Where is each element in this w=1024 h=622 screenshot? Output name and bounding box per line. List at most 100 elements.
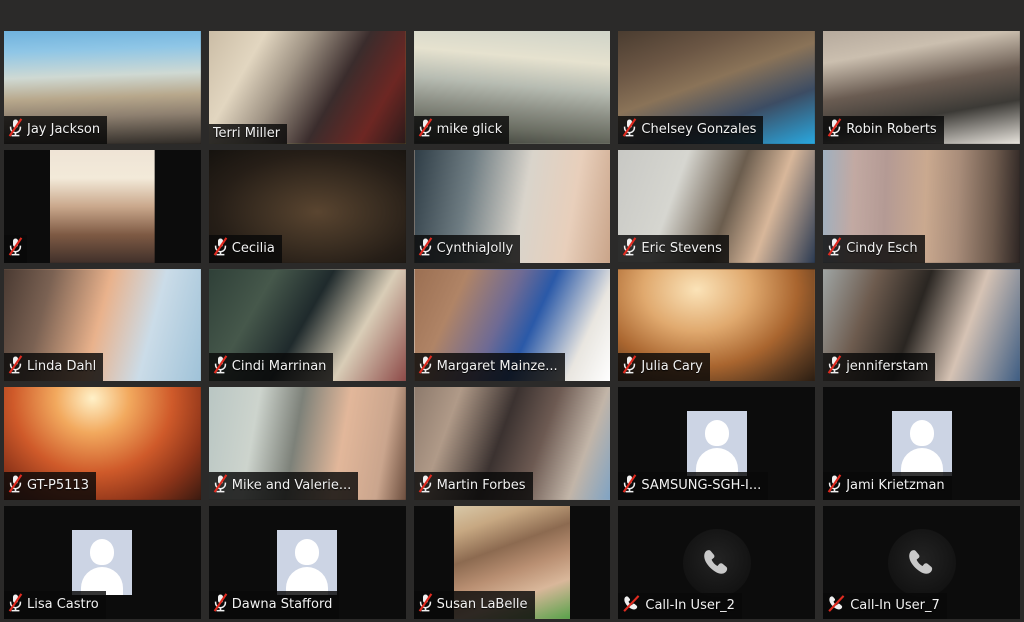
participant-name-bar: Cindi Marrinan (208, 353, 334, 382)
microphone-muted-icon (418, 593, 433, 616)
participant-name-bar: Call-In User_2 (618, 593, 742, 619)
participant-name-bar (4, 234, 27, 263)
participant-name-bar: Jay Jackson (4, 115, 108, 144)
participant-name-label: Cecilia (231, 240, 275, 256)
participant-tile[interactable]: Julia Cary (618, 268, 816, 382)
person-avatar-icon (72, 530, 133, 596)
participant-tile[interactable]: Linda Dahl (4, 268, 201, 382)
participant-tile[interactable]: Susan LaBelle (413, 506, 611, 619)
participant-tile[interactable]: SAMSUNG-SGH-I... (618, 387, 816, 501)
person-avatar-icon (277, 530, 338, 596)
zoom-meeting-window: Jay Jackson Terri Miller mike glick Chelsey… (0, 0, 1024, 622)
participant-name-label: mike glick (436, 121, 503, 137)
participant-name-label: Terri Miller (212, 125, 281, 141)
phone-muted-icon (622, 595, 641, 616)
participant-tile[interactable]: Margaret Mainze... (413, 268, 611, 382)
microphone-muted-icon (213, 355, 228, 378)
participant-name-label: Robin Roberts (846, 121, 937, 137)
participant-name-label: Martin Forbes (436, 478, 526, 494)
participant-tile[interactable] (4, 149, 201, 263)
microphone-muted-icon (827, 236, 842, 260)
participant-name-label: Susan LaBelle (436, 597, 528, 612)
gallery-view-grid: Jay Jackson Terri Miller mike glick Chelsey… (0, 28, 1024, 622)
participant-name-bar: Jami Krietzman (823, 472, 952, 501)
participant-name-bar: Robin Roberts (823, 115, 944, 144)
participant-name-bar: mike glick (413, 115, 510, 144)
person-avatar-icon (686, 411, 747, 477)
participant-name-label: jenniferstam (846, 359, 929, 375)
participant-name-label: Call-In User_2 (645, 598, 735, 613)
participant-tile[interactable]: mike glick (413, 31, 611, 144)
microphone-muted-icon (8, 118, 23, 141)
participant-name-label: CynthiaJolly (436, 240, 514, 256)
microphone-muted-icon (418, 355, 433, 378)
participant-tile[interactable]: Cindy Esch (823, 149, 1020, 263)
participant-name-bar: Martin Forbes (413, 472, 533, 501)
phone-muted-icon (827, 595, 846, 616)
microphone-muted-icon (418, 474, 433, 497)
participant-tile[interactable]: CynthiaJolly (413, 149, 611, 263)
participant-name-bar: Mike and Valerie... (208, 472, 359, 501)
participant-name-bar: Lisa Castro (4, 591, 106, 619)
microphone-muted-icon (8, 236, 23, 260)
participant-tile[interactable]: Jay Jackson (4, 31, 201, 144)
call-in-phone-icon (887, 528, 956, 597)
participant-name-label: GT-P5113 (27, 478, 89, 494)
microphone-muted-icon (418, 118, 433, 141)
participant-tile[interactable]: jenniferstam (823, 268, 1020, 382)
participant-name-label: SAMSUNG-SGH-I... (641, 478, 762, 494)
microphone-muted-icon (213, 236, 228, 260)
microphone-muted-icon (622, 236, 637, 260)
microphone-muted-icon (622, 118, 637, 141)
microphone-muted-icon (418, 236, 433, 260)
participant-tile[interactable]: Mike and Valerie... (208, 387, 406, 501)
microphone-muted-icon (213, 593, 228, 616)
participant-tile[interactable]: GT-P5113 (4, 387, 201, 501)
microphone-muted-icon (8, 355, 23, 378)
microphone-muted-icon (827, 118, 842, 141)
participant-tile[interactable]: Lisa Castro (4, 506, 201, 619)
participant-tile[interactable]: Robin Roberts (823, 31, 1020, 144)
participant-video (50, 149, 155, 263)
participant-tile[interactable]: Cecilia (208, 149, 406, 263)
microphone-muted-icon (827, 355, 842, 378)
participant-name-label: Lisa Castro (27, 597, 99, 612)
participant-name-label: Mike and Valerie... (231, 478, 352, 494)
participant-name-label: Dawna Stafford (231, 597, 333, 612)
participant-name-label: Margaret Mainze... (436, 359, 558, 375)
microphone-muted-icon (622, 474, 637, 497)
participant-name-label: Chelsey Gonzales (641, 121, 757, 137)
microphone-muted-icon (213, 474, 228, 497)
participant-tile[interactable]: Terri Miller (208, 31, 406, 144)
participant-name-bar: Cecilia (208, 234, 282, 263)
participant-name-label: Jay Jackson (27, 121, 101, 137)
participant-tile[interactable]: Chelsey Gonzales (618, 31, 816, 144)
participant-name-bar: Cindy Esch (823, 234, 925, 263)
participant-name-bar: Call-In User_7 (823, 593, 947, 619)
person-avatar-icon (891, 411, 952, 477)
participant-name-bar: Dawna Stafford (208, 591, 340, 619)
participant-tile[interactable]: Dawna Stafford (208, 506, 406, 619)
participant-tile[interactable]: Martin Forbes (413, 387, 611, 501)
participant-tile[interactable]: Call-In User_7 (823, 506, 1020, 619)
participant-name-bar: jenniferstam (823, 353, 936, 382)
participant-tile[interactable]: Cindi Marrinan (208, 268, 406, 382)
participant-tile[interactable]: Eric Stevens (618, 149, 816, 263)
participant-name-label: Julia Cary (641, 359, 703, 375)
call-in-phone-icon (682, 528, 751, 597)
participant-name-bar: Eric Stevens (618, 234, 729, 263)
microphone-muted-icon (8, 474, 23, 497)
participant-name-bar: CynthiaJolly (413, 234, 521, 263)
participant-tile[interactable]: Jami Krietzman (823, 387, 1020, 501)
microphone-muted-icon (827, 474, 842, 497)
participant-name-bar: Susan LaBelle (413, 591, 535, 619)
participant-name-bar: Terri Miller (208, 123, 288, 144)
participant-name-label: Jami Krietzman (846, 478, 945, 494)
participant-name-bar: SAMSUNG-SGH-I... (618, 472, 769, 501)
participant-name-label: Cindi Marrinan (231, 359, 327, 375)
participant-tile[interactable]: Call-In User_2 (618, 506, 816, 619)
participant-name-label: Cindy Esch (846, 240, 918, 256)
participant-name-bar: GT-P5113 (4, 472, 96, 501)
participant-name-bar: Linda Dahl (4, 353, 104, 382)
participant-name-label: Linda Dahl (27, 359, 97, 375)
